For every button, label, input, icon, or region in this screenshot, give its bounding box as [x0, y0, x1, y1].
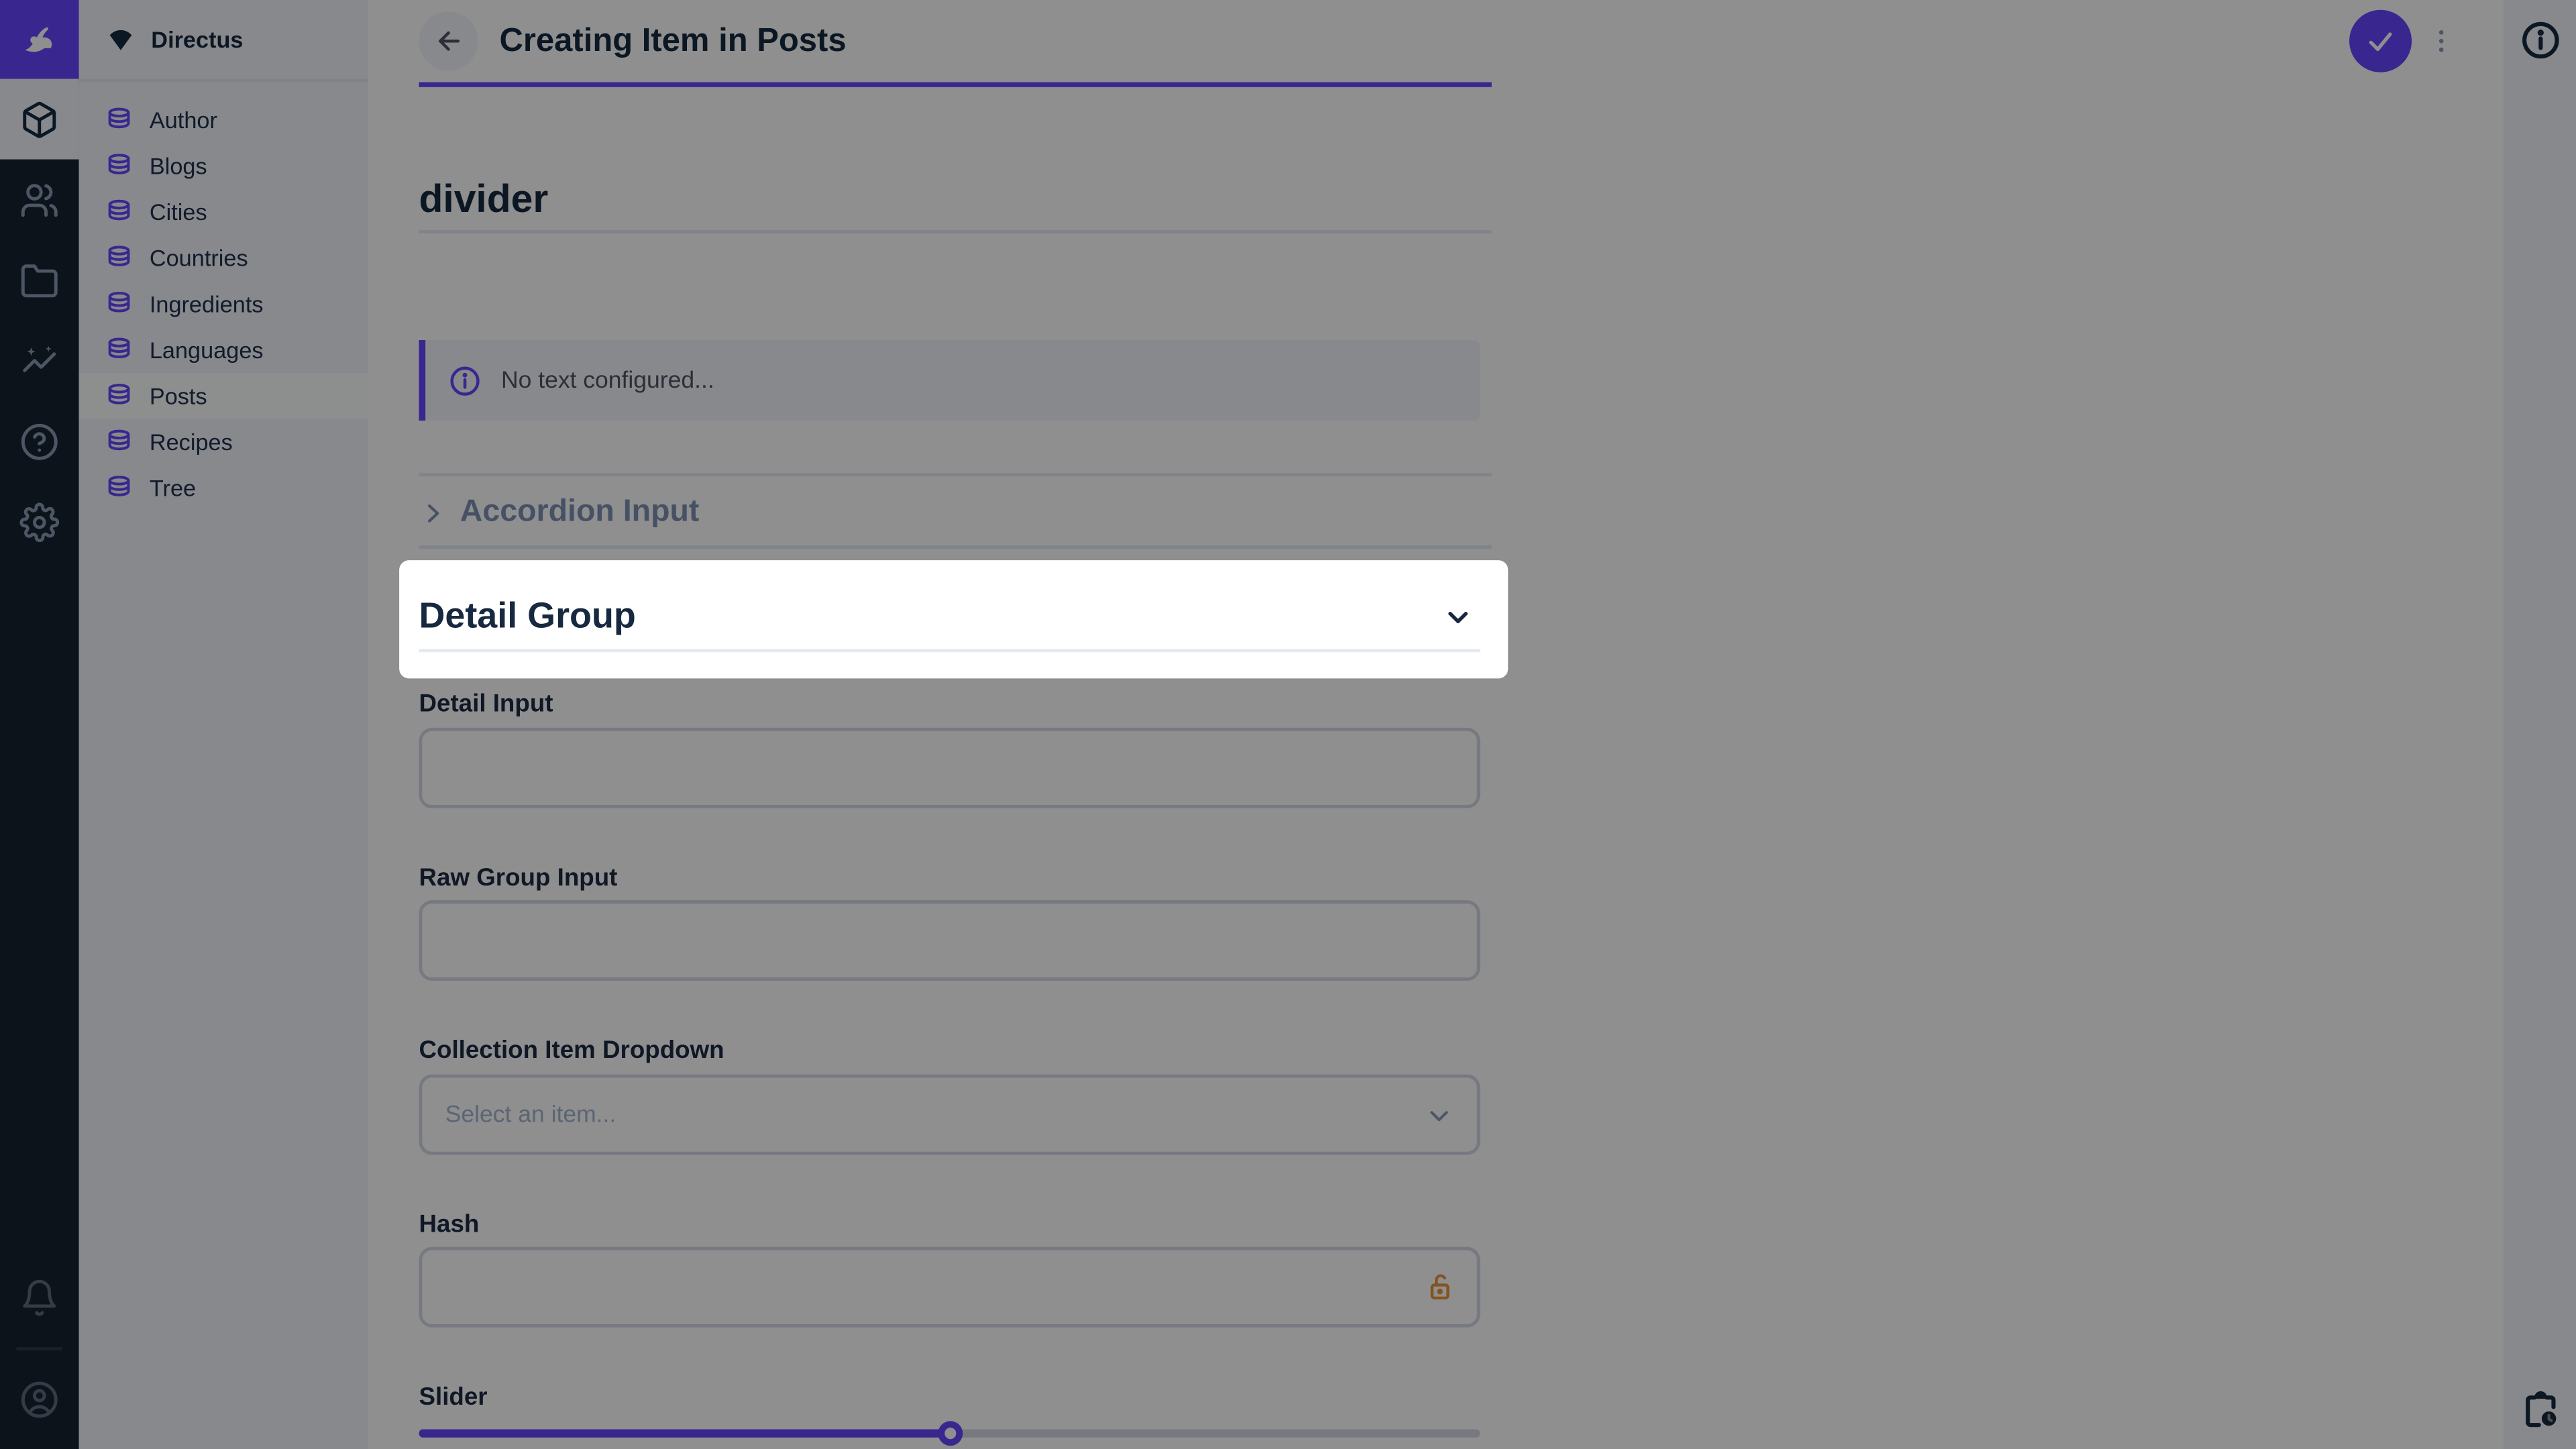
detail-group-divider — [419, 649, 1480, 652]
detail-group-title: Detail Group — [419, 595, 635, 638]
app-window: Directus AuthorBlogsCitiesCountriesIngre… — [0, 0, 2576, 1449]
dim-overlay — [0, 0, 2576, 1449]
chevron-down-icon — [1442, 601, 1474, 633]
detail-group-header[interactable]: Detail Group — [399, 560, 1508, 678]
